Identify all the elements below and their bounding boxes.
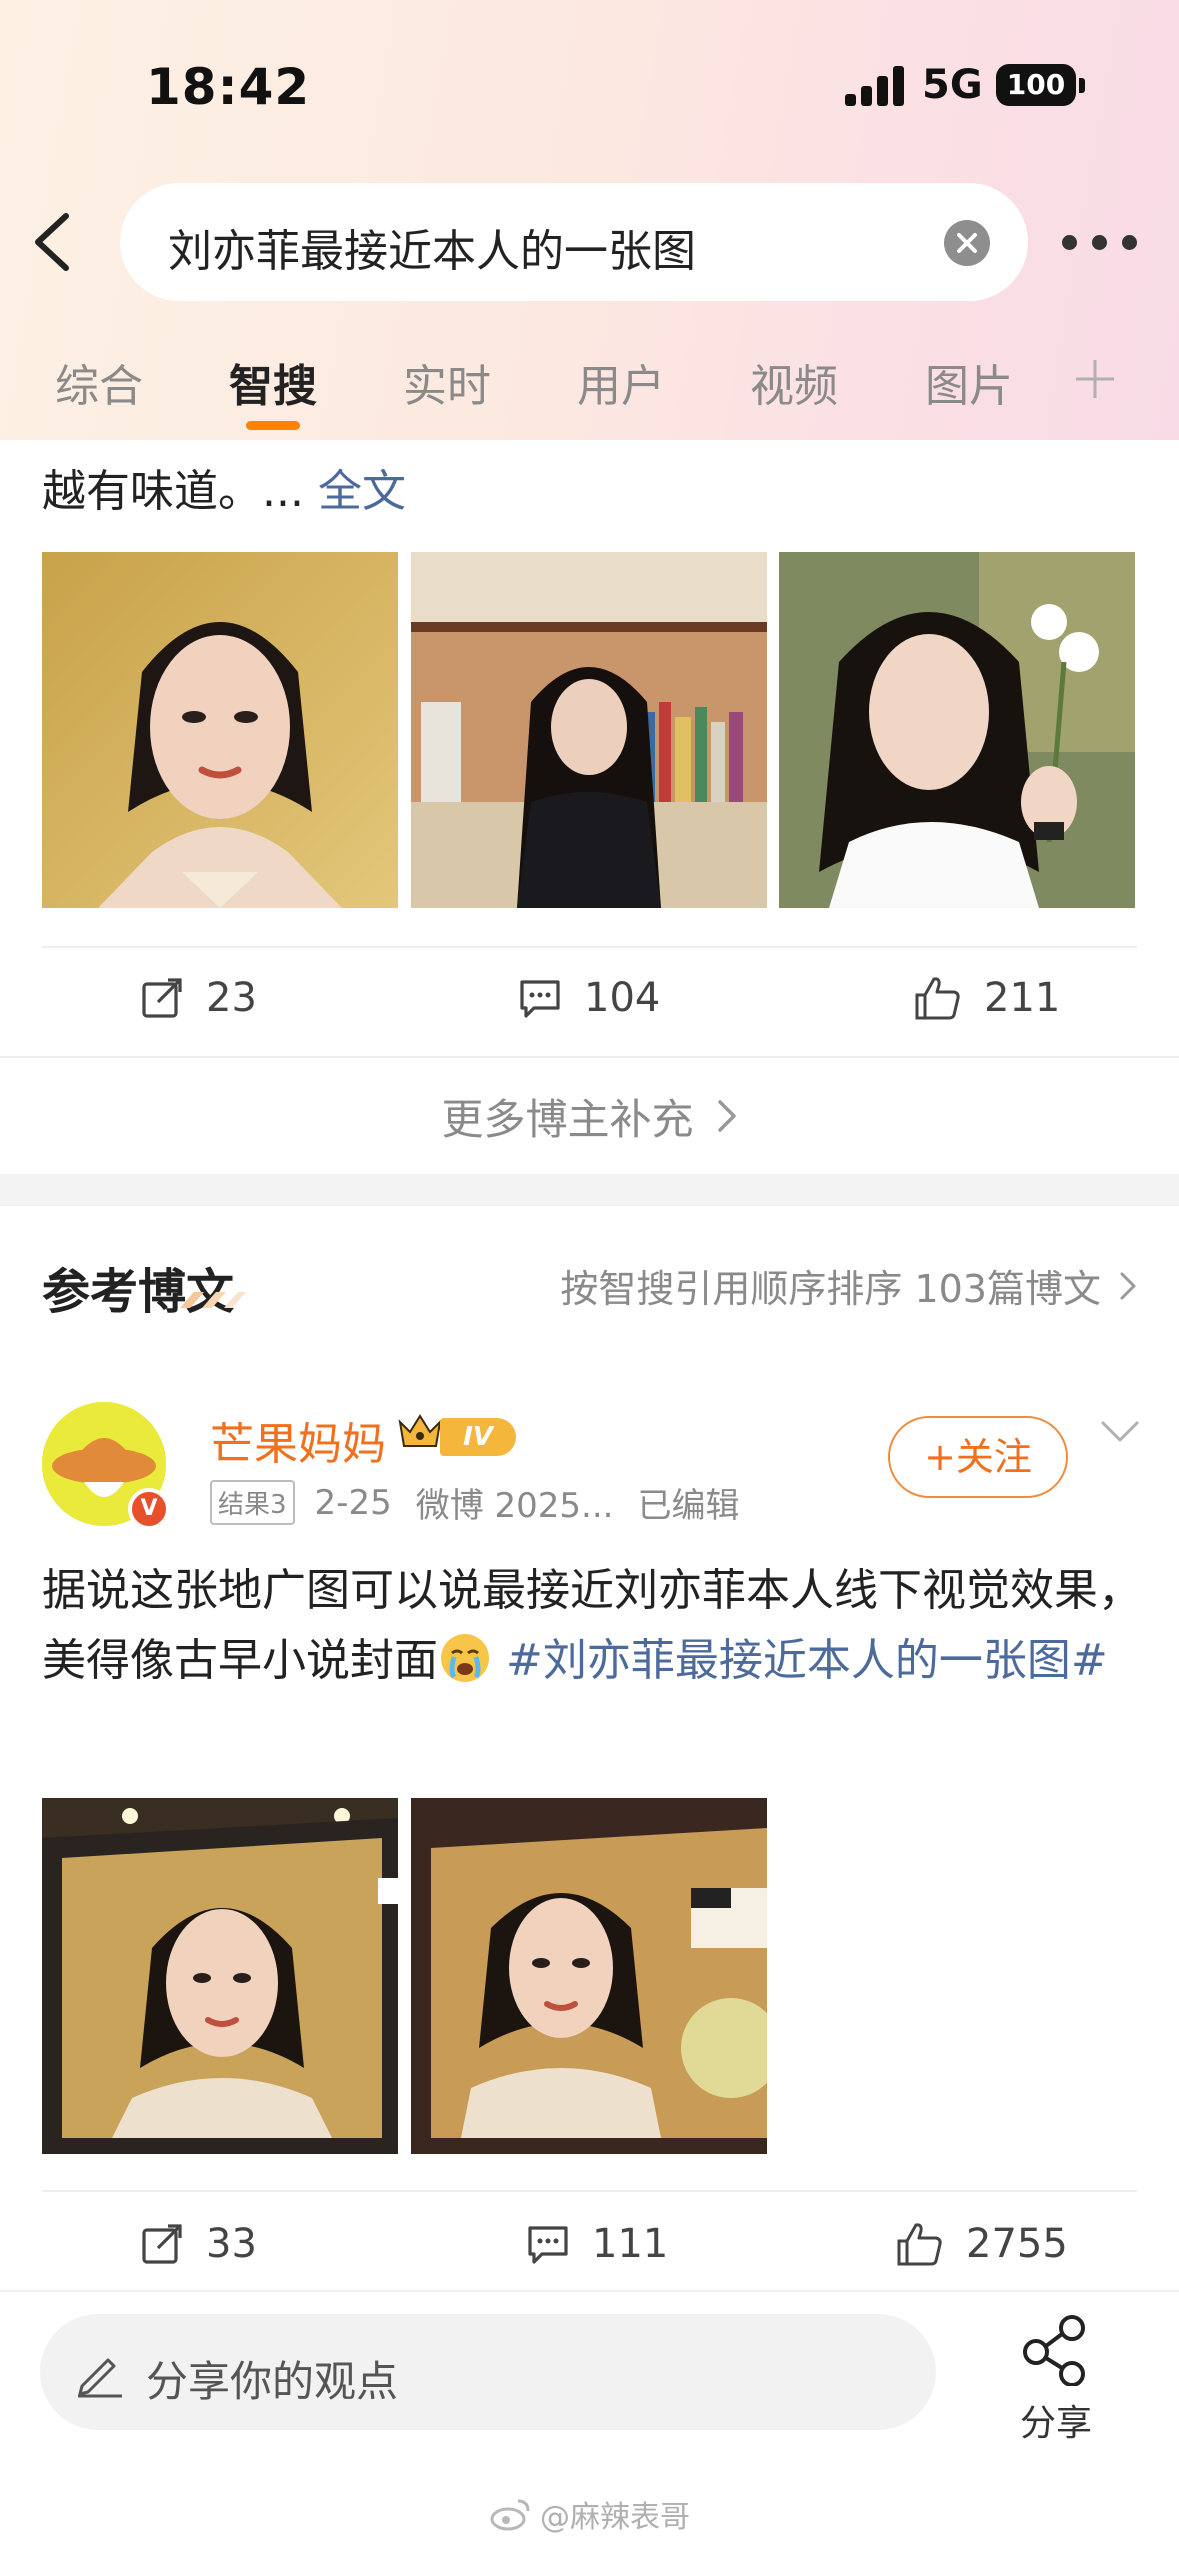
weibo-logo-icon (490, 2499, 530, 2531)
back-button[interactable] (30, 212, 80, 272)
share-button[interactable] (1020, 2314, 1096, 2390)
post-photo-1[interactable] (42, 1798, 398, 2154)
more-bloggers-label: 更多博主补充 (441, 1094, 694, 1144)
like-count: 211 (984, 975, 1061, 1021)
tab-images[interactable]: 图片 (925, 350, 1013, 414)
section-gap (0, 1174, 1179, 1206)
crown-icon (398, 1414, 442, 1447)
repost-button[interactable]: 33 (140, 2214, 257, 2274)
post-photo-3[interactable] (779, 552, 1135, 908)
post-photo-2[interactable] (411, 552, 767, 908)
title-decoration (180, 1292, 246, 1308)
section-title: 参考博文 (42, 1264, 235, 1320)
chevron-down-icon[interactable] (1100, 1420, 1140, 1444)
tab-comprehensive[interactable]: 综合 (55, 350, 143, 414)
comment-count: 111 (592, 2221, 669, 2267)
watermark: @麻辣表哥 (490, 2492, 690, 2536)
share-label: 分享 (1020, 2403, 1093, 2444)
comment-icon (520, 980, 560, 1018)
like-button[interactable]: 2755 (896, 2214, 1068, 2274)
status-time: 18:42 (146, 58, 311, 116)
battery-icon: 100 (996, 64, 1076, 106)
comment-placeholder: 分享你的观点 (146, 2357, 399, 2406)
post-text-tail: 越有味道。... 全文 (42, 455, 406, 519)
full-text-link[interactable]: 全文 (318, 466, 406, 517)
tab-users[interactable]: 用户 (577, 350, 665, 414)
divider (42, 2190, 1137, 2192)
like-button[interactable]: 211 (914, 968, 1060, 1028)
follow-button[interactable]: +关注 (888, 1416, 1068, 1498)
search-query: 刘亦菲最接近本人的一张图 (168, 226, 696, 277)
chevron-left-icon (35, 213, 69, 271)
cellular-signal-icon (845, 66, 905, 106)
network-type: 5G (922, 62, 983, 108)
crying-emoji-icon (441, 1634, 489, 1682)
comment-input[interactable]: 分享你的观点 (40, 2314, 936, 2430)
edited-label: 已编辑 (637, 1486, 740, 1526)
add-tab-button[interactable] (1074, 358, 1116, 400)
battery-tip (1079, 78, 1085, 93)
comment-button[interactable]: 111 (526, 2214, 668, 2274)
more-bloggers-button[interactable]: 更多博主补充 (0, 1058, 1179, 1174)
comment-button[interactable]: 104 (518, 968, 660, 1028)
repost-count: 23 (206, 975, 257, 1021)
tab-smart-search[interactable]: 智搜 (229, 350, 317, 414)
pencil-icon (78, 2358, 122, 2398)
member-level-badge: IV (440, 1418, 516, 1456)
clear-search-button[interactable] (944, 220, 990, 266)
repost-icon (142, 978, 182, 1018)
repost-button[interactable]: 23 (140, 968, 257, 1028)
thumbs-up-icon (897, 2223, 942, 2266)
chevron-right-icon (1120, 1272, 1136, 1299)
post-text-ending: 越有味道。... (42, 466, 304, 517)
tab-videos[interactable]: 视频 (750, 350, 838, 414)
verified-badge-icon: V (128, 1488, 170, 1530)
username[interactable]: 芒果妈妈 (210, 1408, 386, 1472)
comment-count: 104 (584, 975, 661, 1021)
repost-count: 33 (206, 2221, 257, 2267)
plus-icon (1076, 360, 1114, 398)
share-icon (1023, 2315, 1085, 2387)
post-source: 微博 2025... (415, 1486, 614, 1526)
bottom-bar: 分享你的观点 分享 @麻辣表哥 (0, 2290, 1179, 2556)
hashtag-link[interactable]: #刘亦菲最接近本人的一张图# (506, 1635, 1108, 1686)
chevron-right-icon (717, 1100, 736, 1132)
post-meta: 结果3 2-25 微博 2025... 已编辑 (210, 1478, 739, 1527)
post-photo-2[interactable] (411, 1798, 767, 2154)
close-icon (957, 233, 977, 253)
active-tab-indicator (246, 421, 300, 430)
result-tag: 结果3 (210, 1480, 295, 1525)
watermark-text: @麻辣表哥 (540, 2500, 690, 2535)
sort-order-label: 按智搜引用顺序排序 103篇博文 (560, 1267, 1101, 1311)
repost-icon (142, 2224, 182, 2264)
like-count: 2755 (966, 2221, 1068, 2267)
tab-realtime[interactable]: 实时 (403, 350, 491, 414)
thumbs-up-icon (915, 977, 960, 1020)
post-date: 2-25 (314, 1482, 392, 1523)
post-body: 据说这张地广图可以说最接近刘亦菲本人线下视觉效果，美得像古早小说封面 #刘亦菲最… (42, 1556, 1142, 1696)
search-input[interactable]: 刘亦菲最接近本人的一张图 (120, 183, 1028, 301)
divider (42, 946, 1137, 948)
post-photo-1[interactable] (42, 552, 398, 908)
sort-order-button[interactable]: 按智搜引用顺序排序 103篇博文 (560, 1258, 1137, 1313)
comment-icon (528, 2226, 568, 2264)
more-options-button[interactable] (1062, 228, 1138, 258)
